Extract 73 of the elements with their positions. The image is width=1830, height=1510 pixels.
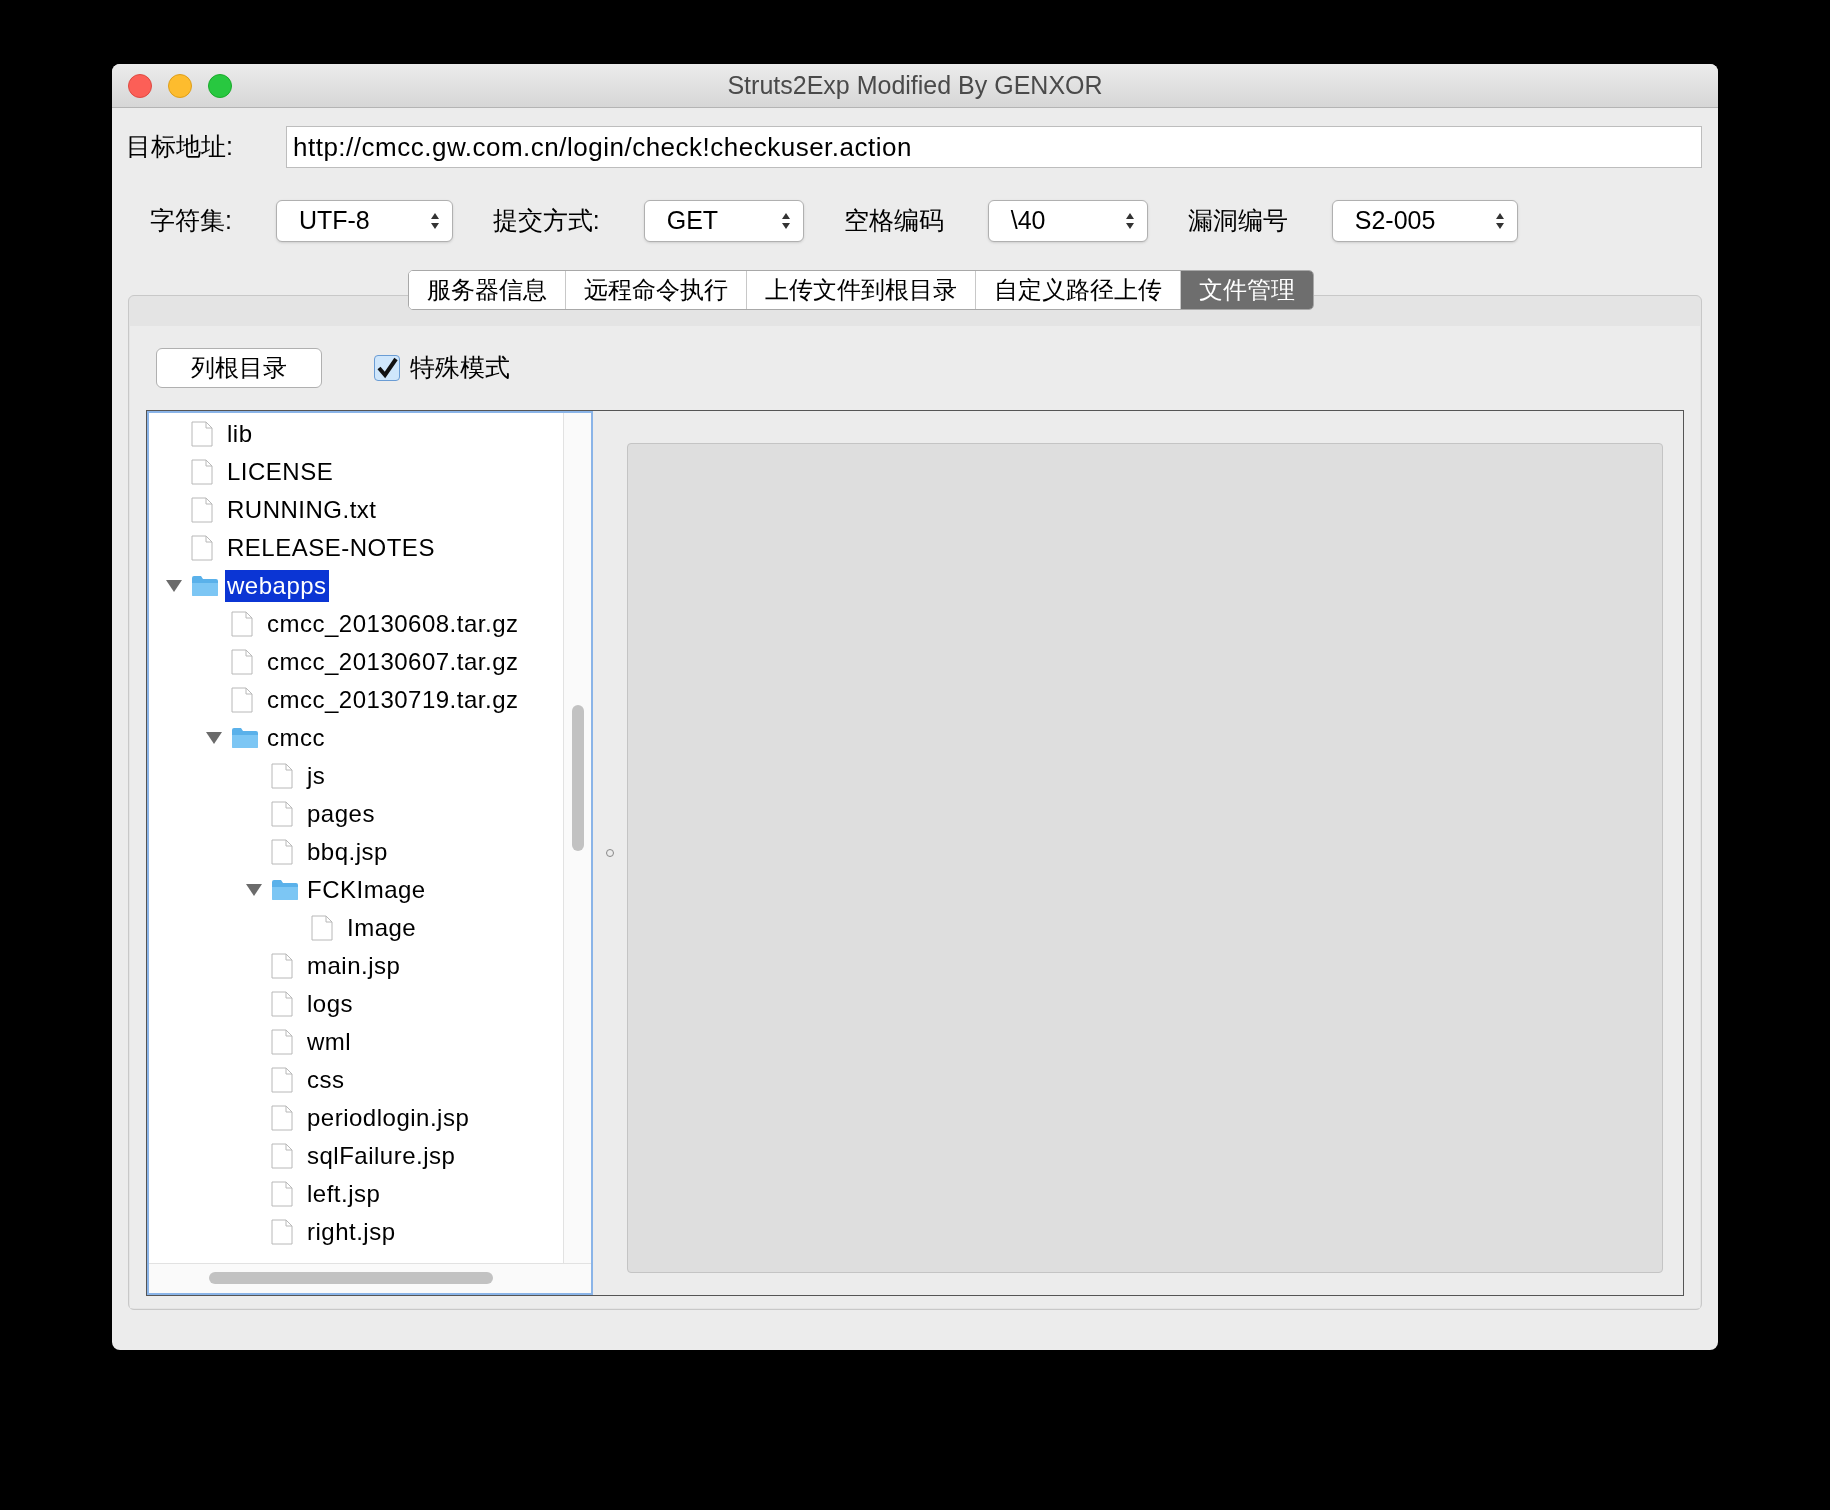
up-down-arrows-icon xyxy=(429,211,440,231)
checkmark-icon xyxy=(375,356,399,380)
select-dropdown[interactable]: \40 xyxy=(987,200,1148,242)
file-icon xyxy=(191,535,213,561)
folder-icon xyxy=(271,879,299,901)
folder-item[interactable]: cmcc xyxy=(265,722,327,754)
option-label: 漏洞编号 xyxy=(1187,205,1288,237)
file-item[interactable]: cmcc_20130719.tar.gz xyxy=(265,684,521,716)
file-icon xyxy=(231,687,253,713)
file-item[interactable]: RUNNING.txt xyxy=(225,494,379,526)
file-item[interactable]: RELEASE-NOTES xyxy=(225,532,437,564)
up-down-arrows-icon xyxy=(1124,211,1135,231)
file-item[interactable]: css xyxy=(305,1064,347,1096)
select-dropdown[interactable]: UTF-8 xyxy=(275,200,453,242)
expanded-triangle-icon[interactable] xyxy=(165,579,183,593)
file-item[interactable]: wml xyxy=(305,1026,354,1058)
folder-item[interactable]: webapps xyxy=(225,570,329,602)
file-item[interactable]: logs xyxy=(305,988,356,1020)
option-label: 空格编码 xyxy=(843,205,944,237)
target-label: 目标地址: xyxy=(126,131,234,163)
file-item[interactable]: right.jsp xyxy=(305,1216,398,1248)
option-label: 字符集: xyxy=(150,205,232,237)
folder-icon xyxy=(191,575,219,597)
file-icon xyxy=(271,839,293,865)
file-item[interactable]: main.jsp xyxy=(305,950,403,982)
folder-item[interactable]: FCKImage xyxy=(305,874,428,906)
file-icon xyxy=(231,611,253,637)
scrollbar-thumb[interactable] xyxy=(209,1272,493,1284)
file-item[interactable]: lib xyxy=(225,418,255,450)
file-item[interactable]: LICENSE xyxy=(225,456,336,488)
file-item[interactable]: pages xyxy=(305,798,377,830)
close-button[interactable] xyxy=(128,73,152,98)
list-root-button[interactable]: 列根目录 xyxy=(156,348,322,388)
file-item[interactable]: Image xyxy=(345,912,419,944)
file-item[interactable]: js xyxy=(305,760,328,792)
checkbox-label: 特殊模式 xyxy=(410,352,510,384)
file-icon xyxy=(271,1067,293,1093)
file-icon xyxy=(271,1219,293,1245)
url-field[interactable]: http://cmcc.gw.com.cn/login/check!checkuser.action xyxy=(286,126,1702,168)
select-dropdown[interactable]: GET xyxy=(643,200,804,242)
file-icon xyxy=(271,801,293,827)
minimize-button[interactable] xyxy=(168,73,192,98)
file-item[interactable]: sqlFailure.jsp xyxy=(305,1140,458,1172)
file-item[interactable]: periodlogin.jsp xyxy=(305,1102,472,1134)
file-icon xyxy=(231,649,253,675)
up-down-arrows-icon xyxy=(1495,211,1506,231)
file-icon xyxy=(191,497,213,523)
checkbox[interactable] xyxy=(374,355,400,381)
tab[interactable]: 文件管理 xyxy=(1181,271,1313,309)
file-icon xyxy=(191,421,213,447)
file-item[interactable]: cmcc_20130608.tar.gz xyxy=(265,608,521,640)
file-item[interactable]: cmcc_20130607.tar.gz xyxy=(265,646,521,678)
tab[interactable]: 服务器信息 xyxy=(409,271,566,309)
scrollbar-thumb[interactable] xyxy=(572,705,584,851)
select-dropdown[interactable]: S2-005 xyxy=(1331,200,1519,242)
file-icon xyxy=(271,1181,293,1207)
expanded-triangle-icon[interactable] xyxy=(205,731,223,745)
file-icon xyxy=(191,459,213,485)
up-down-arrows-icon xyxy=(780,211,791,231)
window-title: Struts2Exp Modified By GENXOR xyxy=(727,69,1103,101)
file-icon xyxy=(311,915,333,941)
file-icon xyxy=(271,953,293,979)
file-icon xyxy=(271,1105,293,1131)
file-icon xyxy=(271,1143,293,1169)
folder-icon xyxy=(231,727,259,749)
file-item[interactable]: left.jsp xyxy=(305,1178,383,1210)
zoom-button[interactable] xyxy=(208,73,232,98)
file-icon xyxy=(271,1029,293,1055)
file-icon xyxy=(271,763,293,789)
file-icon xyxy=(271,991,293,1017)
file-item[interactable]: bbq.jsp xyxy=(305,836,390,868)
expanded-triangle-icon[interactable] xyxy=(245,883,263,897)
option-label: 提交方式: xyxy=(492,205,600,237)
